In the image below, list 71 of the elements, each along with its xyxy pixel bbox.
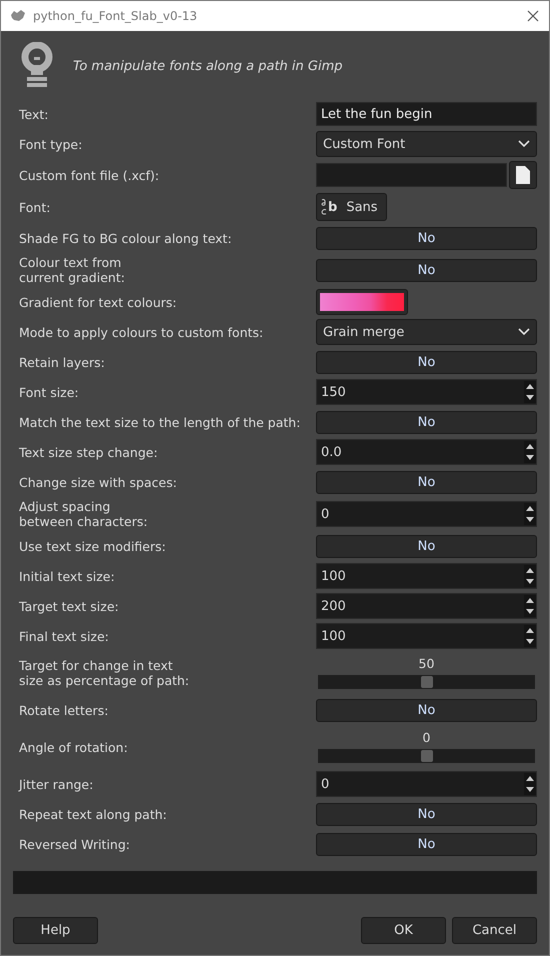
close-icon[interactable] [527, 10, 539, 22]
toggle-button[interactable]: No [316, 258, 537, 282]
spin-arrows-icon[interactable] [524, 773, 536, 795]
toggle-button[interactable]: No [316, 698, 537, 722]
spin-field[interactable]: 0 [316, 771, 537, 797]
field-label: Text: [19, 106, 50, 122]
toggle-button[interactable]: No [316, 470, 537, 494]
field-label: Retain layers: [19, 354, 106, 370]
gradient-button[interactable] [316, 289, 408, 315]
toggle-button[interactable]: No [316, 802, 537, 826]
lightbulb-icon [21, 42, 53, 90]
browse-button[interactable] [509, 161, 537, 189]
field-label: Font size: [19, 384, 80, 400]
chevron-icon [518, 140, 530, 148]
field-label: Change size with spaces: [19, 474, 178, 490]
spin-field[interactable]: 100 [316, 623, 537, 649]
field-label: Font type: [19, 136, 84, 152]
spin-field[interactable]: 150 [316, 379, 537, 405]
font-icon [321, 199, 327, 215]
field-label: Mode to apply colours to custom fonts: [19, 324, 264, 340]
file-path-field[interactable] [316, 163, 507, 187]
plugin-description: To manipulate fonts along a path in Gimp [73, 58, 342, 74]
spin-field[interactable]: 0 [316, 501, 537, 527]
spin-arrows-icon[interactable] [524, 381, 536, 403]
spin-arrows-icon[interactable] [524, 503, 536, 525]
dropdown[interactable]: Grain merge [316, 319, 537, 345]
text-field[interactable]: Let the fun begin [316, 102, 537, 126]
toggle-button[interactable]: No [316, 226, 537, 250]
dialog-button[interactable]: OK [361, 917, 446, 944]
toggle-button[interactable]: No [316, 410, 537, 434]
field-label: Reversed Writing: [19, 836, 132, 852]
toggle-button[interactable]: No [316, 832, 537, 856]
field-label: Angle of rotation: [19, 740, 129, 754]
slider-track[interactable] [318, 749, 535, 763]
slider-value: 0 [422, 731, 430, 745]
font-button[interactable]: b Sans [316, 193, 387, 221]
field-label: Colour text from current gradient: [19, 255, 126, 285]
field-label: Use text size modifiers: [19, 538, 167, 554]
field-label: Match the text size to the length of the path: [19, 414, 302, 430]
field-label: Text size step change: [19, 444, 159, 460]
slider-thumb[interactable] [420, 676, 432, 688]
field-label: Adjust spacing between characters: [19, 499, 149, 529]
dialog-button[interactable]: Help [13, 917, 98, 944]
dropdown[interactable]: Custom Font [316, 131, 537, 157]
chevron-icon [518, 328, 530, 336]
slider-value: 50 [418, 657, 434, 671]
toggle-button[interactable]: No [316, 350, 537, 374]
spin-arrows-icon[interactable] [524, 565, 536, 587]
field-label: Gradient for text colours: [19, 294, 178, 310]
window-title: python_fu_Font_Slab_v0-13 [33, 9, 198, 23]
spin-arrows-icon[interactable] [524, 595, 536, 617]
field-label: Initial text size: [19, 568, 116, 584]
dialog-button[interactable]: Cancel [452, 917, 537, 944]
field-label: Target for change in text size as percentage of path: [19, 658, 190, 688]
slider-thumb[interactable] [420, 750, 432, 762]
field-label: Font: [19, 200, 52, 214]
spin-field[interactable]: 200 [316, 593, 537, 619]
toggle-button[interactable]: No [316, 534, 537, 558]
field-label: Repeat text along path: [19, 806, 168, 822]
spin-arrows-icon[interactable] [524, 625, 536, 647]
spin-field[interactable]: 0.0 [316, 439, 537, 465]
field-label: Target text size: [19, 598, 120, 614]
field-label: Custom font file (.xcf): [19, 168, 160, 182]
document-icon [515, 165, 531, 185]
field-label: Rotate letters: [19, 702, 110, 718]
spin-field[interactable]: 100 [316, 563, 537, 589]
field-label: Shade FG to BG colour along text: [19, 230, 233, 246]
field-label: Jitter range: [19, 776, 94, 792]
field-label: Final text size: [19, 628, 110, 644]
spin-arrows-icon[interactable] [524, 441, 536, 463]
slider-track[interactable] [318, 675, 535, 689]
